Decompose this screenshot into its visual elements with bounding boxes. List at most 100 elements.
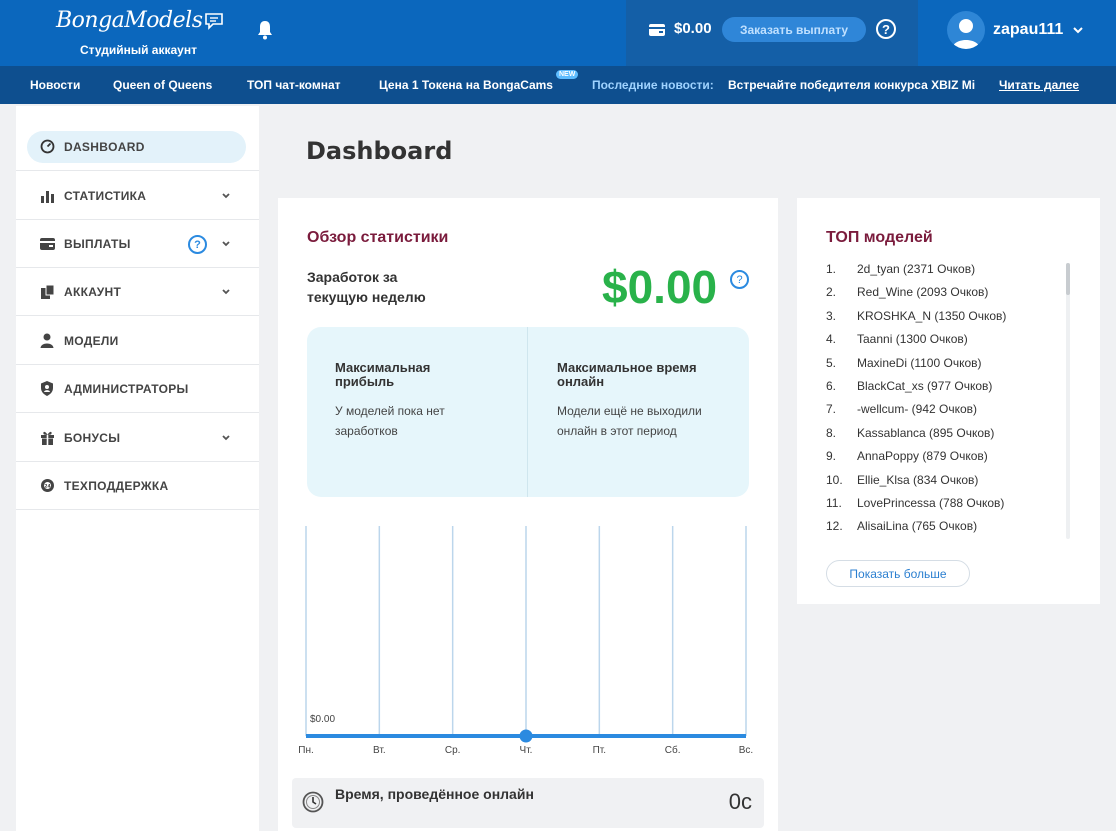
scrollbar-thumb[interactable] bbox=[1066, 263, 1070, 295]
sidebar-item-label: DASHBOARD bbox=[64, 139, 145, 154]
list-item[interactable]: 5. MaxineDi (1100 Очков) bbox=[826, 356, 1066, 379]
stats-overview-card: Обзор статистики Заработок за текущую не… bbox=[278, 198, 778, 831]
logo-text: BongaModels bbox=[56, 8, 203, 33]
sidebar-item-payouts[interactable]: ВЫПЛАТЫ ? bbox=[16, 220, 259, 268]
list-item[interactable]: 11. LovePrincessa (788 Очков) bbox=[826, 496, 1066, 519]
rank-number: 9. bbox=[826, 449, 837, 464]
help-icon[interactable]: ? bbox=[730, 270, 749, 289]
x-tick-label: Пн. bbox=[298, 745, 314, 756]
rank-number: 1. bbox=[826, 262, 837, 276]
bell-icon[interactable] bbox=[256, 19, 274, 41]
nav-queen-of-queens[interactable]: Queen of Queens bbox=[113, 78, 212, 92]
rank-number: 6. bbox=[826, 378, 837, 393]
wallet-icon bbox=[649, 24, 665, 36]
chat-bubble-icon bbox=[205, 12, 224, 30]
y-value-label: $0.00 bbox=[310, 714, 335, 725]
model-entry: AlisaiLina (765 Очков) bbox=[857, 519, 978, 534]
sidebar-item-dashboard[interactable]: DASHBOARD bbox=[16, 123, 259, 171]
account-icon bbox=[39, 284, 55, 300]
weekly-earnings-chart: $0.00 Пн. Вт. Ср. Чт. Пт. Сб. Вс. bbox=[298, 526, 753, 756]
sidebar-item-support[interactable]: 24 ТЕХПОДДЕРЖКА bbox=[16, 462, 259, 510]
request-payout-button[interactable]: Заказать выплату bbox=[722, 17, 866, 42]
list-item[interactable]: 12. AlisaiLina (765 Очков) bbox=[826, 519, 1066, 542]
list-item[interactable]: 3. KROSHKA_N (1350 Очков) bbox=[826, 309, 1066, 332]
show-more-button[interactable]: Показать больше bbox=[826, 560, 970, 587]
model-entry: Red_Wine (2093 Очков) bbox=[857, 285, 989, 300]
help-icon[interactable]: ? bbox=[876, 19, 896, 39]
sidebar-item-label: БОНУСЫ bbox=[64, 430, 121, 445]
nav-token-price[interactable]: Цена 1 Токена на BongaCams bbox=[379, 78, 553, 92]
online-time-value: 0с bbox=[728, 789, 752, 814]
rank-number: 8. bbox=[826, 425, 837, 440]
sidebar-item-label: ТЕХПОДДЕРЖКА bbox=[64, 478, 169, 493]
model-entry: Taanni (1300 Очков) bbox=[857, 332, 968, 347]
sidebar-item-statistics[interactable]: СТАТИСТИКА bbox=[16, 172, 259, 220]
sidebar-item-models[interactable]: МОДЕЛИ bbox=[16, 317, 259, 365]
clock-icon bbox=[302, 791, 324, 813]
balance-value: $0.00 bbox=[674, 20, 712, 37]
x-tick-label: Пт. bbox=[593, 745, 606, 756]
sidebar-item-bonuses[interactable]: БОНУСЫ bbox=[16, 414, 259, 462]
list-item[interactable]: 2. Red_Wine (2093 Очков) bbox=[826, 285, 1066, 308]
model-entry: BlackCat_xs (977 Очков) bbox=[857, 378, 993, 393]
logo[interactable]: BongaModels Студийный аккаунт bbox=[56, 8, 226, 60]
list-item[interactable]: 10. Ellie_Klsa (834 Очков) bbox=[826, 473, 1066, 496]
sidebar-item-administrators[interactable]: АДМИНИСТРАТОРЫ bbox=[16, 365, 259, 413]
nav-top-chat-rooms[interactable]: ТОП чат-комнат bbox=[247, 78, 341, 92]
list-item[interactable]: 1. 2d_tyan (2371 Очков) bbox=[826, 262, 1066, 285]
svg-text:24: 24 bbox=[44, 483, 50, 489]
latest-news-text[interactable]: Встречайте победителя конкурса XBIZ Mi bbox=[728, 78, 996, 92]
new-badge: NEW bbox=[556, 70, 579, 79]
rank-number: 11. bbox=[826, 495, 842, 510]
list-item[interactable]: 6. BlackCat_xs (977 Очков) bbox=[826, 379, 1066, 402]
list-item[interactable]: 7. -wellcum- (942 Очков) bbox=[826, 402, 1066, 425]
sidebar-item-label: АККАУНТ bbox=[64, 284, 122, 299]
list-item[interactable]: 4. Taanni (1300 Очков) bbox=[826, 332, 1066, 355]
max-profit-title: Максимальная прибыль bbox=[335, 360, 431, 389]
chevron-down-icon[interactable] bbox=[221, 287, 231, 297]
sidebar-item-account[interactable]: АККАУНТ bbox=[16, 268, 259, 316]
dashboard-icon bbox=[39, 139, 55, 155]
x-tick-label: Сб. bbox=[665, 744, 681, 756]
balance-panel: $0.00 Заказать выплату ? bbox=[626, 0, 918, 66]
chevron-down-icon[interactable] bbox=[221, 239, 231, 249]
model-entry: LovePrincessa (788 Очков) bbox=[857, 495, 1005, 510]
shield-icon bbox=[39, 381, 55, 397]
news-bar: Новости Queen of Queens ТОП чат-комнат Ц… bbox=[0, 66, 1116, 104]
data-point[interactable] bbox=[519, 729, 533, 743]
weekly-earnings-label: Заработок за текущую неделю bbox=[307, 269, 426, 305]
rank-number: 4. bbox=[826, 332, 837, 347]
read-more-link[interactable]: Читать далее bbox=[999, 78, 1079, 92]
gift-icon bbox=[39, 430, 55, 446]
rank-number: 12. bbox=[826, 519, 843, 534]
user-menu[interactable]: zapau111 bbox=[947, 11, 1083, 49]
scrollbar[interactable] bbox=[1066, 263, 1070, 539]
card-icon bbox=[39, 236, 55, 252]
top-models-list: 1. 2d_tyan (2371 Очков) 2. Red_Wine (2093 О… bbox=[826, 262, 1066, 543]
bar-chart-icon bbox=[39, 188, 55, 204]
max-online-text: Модели ещё не выходили онлайн в этот пер… bbox=[557, 404, 702, 438]
nav-news[interactable]: Новости bbox=[30, 78, 80, 92]
page-title: Dashboard bbox=[306, 137, 453, 165]
model-entry: -wellcum- (942 Очков) bbox=[857, 402, 978, 417]
sidebar-item-label: МОДЕЛИ bbox=[64, 333, 119, 348]
chevron-down-icon[interactable] bbox=[1073, 26, 1083, 34]
x-tick-label: Ср. bbox=[445, 745, 461, 756]
top-header: BongaModels Студийный аккаунт $0.00 Зака… bbox=[0, 0, 1116, 66]
rank-number: 3. bbox=[826, 308, 837, 323]
list-item[interactable]: 8. Kassablanca (895 Очков) bbox=[826, 426, 1066, 449]
model-entry: 2d_tyan (2371 Очков) bbox=[857, 262, 976, 276]
list-item[interactable]: 9. AnnaPoppy (879 Очков) bbox=[826, 449, 1066, 472]
avatar-placeholder-icon bbox=[952, 19, 980, 49]
x-tick-label: Вс. bbox=[739, 745, 753, 756]
sidebar-item-label: ВЫПЛАТЫ bbox=[64, 236, 131, 251]
chevron-down-icon[interactable] bbox=[221, 191, 231, 201]
x-tick-label: Чт. bbox=[520, 745, 533, 756]
avatar[interactable] bbox=[947, 11, 985, 49]
model-entry: Ellie_Klsa (834 Очков) bbox=[857, 472, 979, 487]
model-entry: Kassablanca (895 Очков) bbox=[857, 425, 995, 440]
sidebar-item-label: АДМИНИСТРАТОРЫ bbox=[64, 381, 189, 396]
chevron-down-icon[interactable] bbox=[221, 433, 231, 443]
x-tick-label: Вт. bbox=[373, 745, 386, 756]
help-icon[interactable]: ? bbox=[188, 235, 207, 254]
